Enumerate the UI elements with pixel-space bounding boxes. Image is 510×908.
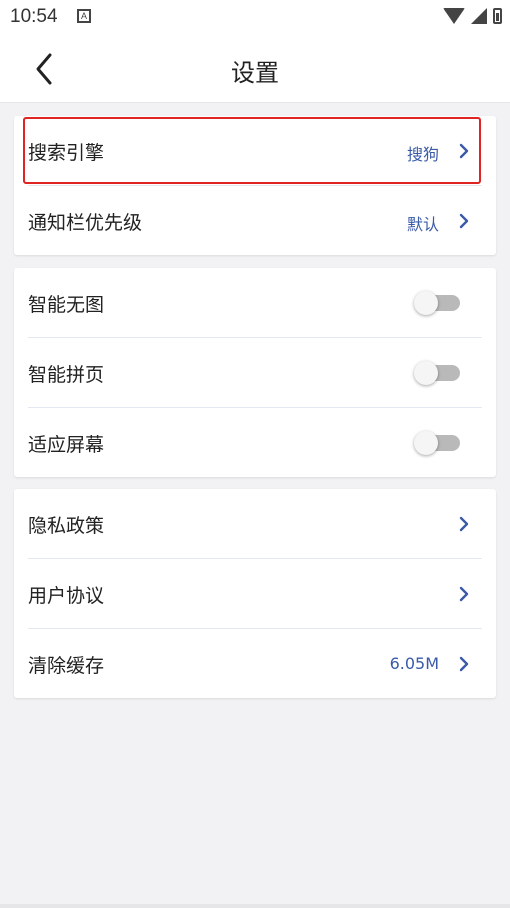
chevron-right-icon	[459, 586, 469, 602]
smart-no-image-row: 智能无图	[28, 268, 482, 338]
chevron-right-icon	[459, 213, 469, 229]
chevron-right-icon	[459, 143, 469, 159]
clear-cache-row[interactable]: 清除缓存 6.05M	[28, 629, 482, 698]
fit-screen-row: 适应屏幕	[28, 408, 482, 477]
settings-group-display: 智能无图 智能拼页 适应屏幕	[14, 268, 496, 477]
privacy-policy-label: 隐私政策	[28, 515, 105, 537]
bottom-edge	[0, 904, 510, 908]
smart-page-join-label: 智能拼页	[28, 364, 105, 386]
wifi-icon	[443, 8, 465, 24]
smart-page-join-row: 智能拼页	[28, 338, 482, 408]
status-bar: 10:54 A	[0, 0, 510, 36]
chevron-right-icon	[459, 516, 469, 532]
status-icons	[443, 8, 502, 24]
settings-group-general: 搜索引擎 搜狗 通知栏优先级 默认	[14, 116, 496, 255]
notification-priority-row[interactable]: 通知栏优先级 默认	[28, 186, 482, 255]
privacy-policy-row[interactable]: 隐私政策	[28, 489, 482, 559]
fit-screen-toggle[interactable]	[414, 431, 460, 455]
clear-cache-label: 清除缓存	[28, 655, 105, 677]
smart-page-join-toggle[interactable]	[414, 361, 460, 385]
notification-icon: A	[77, 9, 91, 23]
user-agreement-row[interactable]: 用户协议	[28, 559, 482, 629]
fit-screen-label: 适应屏幕	[28, 434, 105, 456]
search-engine-value: 搜狗	[406, 145, 439, 164]
toggle-knob	[414, 361, 438, 385]
smart-no-image-label: 智能无图	[28, 294, 105, 316]
smart-no-image-toggle[interactable]	[414, 291, 460, 315]
top-bar: 设置	[0, 36, 510, 103]
chevron-right-icon	[459, 656, 469, 672]
search-engine-label: 搜索引擎	[28, 142, 105, 164]
toggle-knob	[414, 291, 438, 315]
notification-priority-label: 通知栏优先级	[28, 212, 143, 234]
settings-group-about: 隐私政策 用户协议 清除缓存 6.05M	[14, 489, 496, 698]
user-agreement-label: 用户协议	[28, 585, 105, 607]
search-engine-row[interactable]: 搜索引擎 搜狗	[28, 116, 482, 186]
notification-priority-value: 默认	[406, 215, 439, 234]
battery-icon	[493, 8, 502, 24]
page-title: 设置	[231, 59, 279, 87]
cache-size-value: 6.05M	[389, 654, 439, 673]
signal-icon	[471, 8, 487, 24]
toggle-knob	[414, 431, 438, 455]
status-time: 10:54	[10, 6, 58, 27]
